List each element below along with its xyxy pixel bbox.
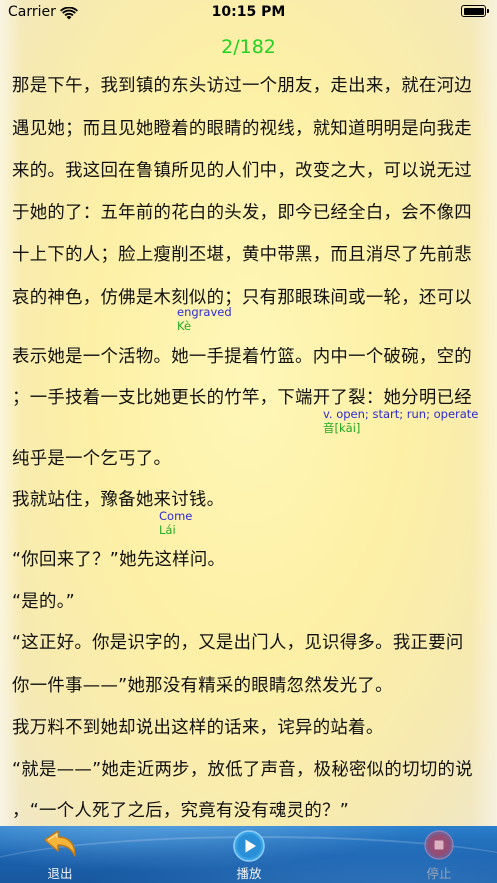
text-line[interactable]: 你一件事——”她那没有精采的眼睛忽然发光了。 [12,672,393,697]
text-line[interactable]: 来的。我这回在鲁镇所见的人们中，改变之大，可以说无过 [12,157,472,182]
text-line[interactable]: “你回来了？”她先这样问。 [12,546,225,571]
status-bar: Carrier 10:15 PM [0,0,497,28]
word-gloss: v. open; start; run; operate 音[kāi] [323,407,478,435]
back-arrow-icon [42,829,78,863]
exit-button[interactable]: 退出 [25,826,95,883]
text-line[interactable]: 遇见她；而且见她瞪着的眼睛的视线，就知道明明是向我走 [12,115,472,140]
gloss-english: v. open; start; run; operate [323,407,479,421]
text-line[interactable]: 于她的了：五年前的花白的头发，即今已经全白，会不像四 [12,199,472,224]
play-label: 播放 [236,866,262,881]
word-gloss: Come Lái [159,509,192,537]
word-gloss: engraved Kè [177,305,232,333]
status-time: 10:15 PM [211,4,286,20]
text-line[interactable]: “就是——”她走近两步，放低了声音，极秘密似的切切的说 [12,756,473,781]
battery-icon [461,5,489,17]
page-indicator: 2/182 [221,36,276,58]
gloss-english: Come [159,509,193,523]
exit-label: 退出 [47,866,73,881]
bottom-toolbar: 退出 播放 停止 [0,826,497,883]
stop-label: 停止 [426,866,452,881]
play-button[interactable]: 播放 [214,826,284,883]
text-line[interactable]: 表示她是一个活物。她一手提着竹篮。内中一个破碗，空的 [12,343,472,368]
play-icon [233,830,265,866]
stop-button[interactable]: 停止 [404,826,474,883]
text-line[interactable]: 纯乎是一个乞丐了。 [12,445,171,470]
text-line[interactable]: 那是下午，我到镇的东头访过一个朋友，走出来，就在河边 [12,72,472,97]
text-line[interactable]: 我万料不到她却说出这样的话来，诧异的站着。 [12,714,384,739]
text-line[interactable]: ；一手技着一支比她更长的竹竿，下端开了裂：她分明已经 [12,384,472,409]
gloss-pinyin: Lái [159,523,176,537]
text-line[interactable]: 十上下的人；脸上瘦削丕堪，黄中带黑，而且消尽了先前悲 [12,241,472,266]
text-line[interactable]: 我就站住，豫备她来讨钱。 [12,486,224,511]
gloss-english: engraved [177,305,232,319]
stop-icon [424,830,454,864]
text-line[interactable]: “这正好。你是识字的，又是出门人，见识得多。我正要问 [12,629,464,654]
text-line[interactable]: ，“一个人死了之后，究竟有没有魂灵的？” [12,797,349,822]
gloss-pinyin: Kè [177,319,192,333]
text-line[interactable]: “是的。” [12,588,75,613]
gloss-pinyin: 音[kāi] [323,421,361,435]
text-line[interactable]: 哀的神色，仿佛是木刻似的；只有那眼珠间或一轮，还可以 [12,284,472,309]
